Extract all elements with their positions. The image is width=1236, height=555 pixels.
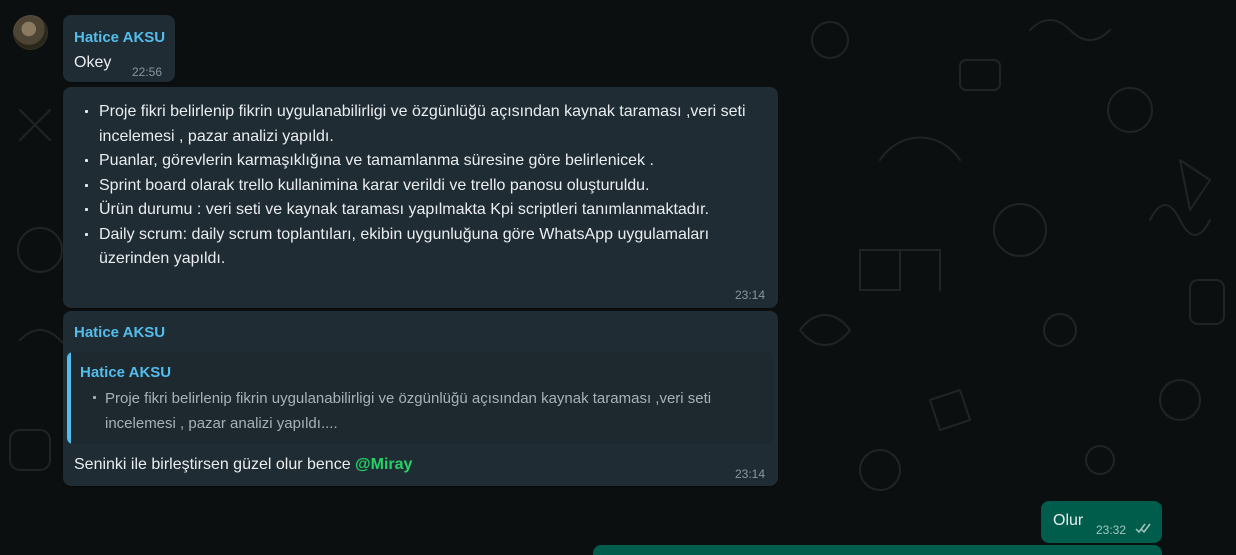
message-bubble: Hatice AKSU Hatice AKSU Proje fikri beli… [63, 311, 778, 486]
list-item: Ürün durumu : veri seti ve kaynak tarama… [74, 198, 774, 223]
outgoing-message-bubble: Olur 23:32 [1041, 501, 1162, 543]
message-text: Seninki ile birleştirsen güzel olur benc… [74, 456, 356, 473]
message-time: 23:32 [1096, 523, 1127, 537]
read-double-check-icon [1135, 522, 1153, 540]
message-time: 23:14 [735, 467, 766, 481]
list-item: Proje fikri belirlenip fikrin uygulanabi… [74, 100, 774, 149]
list-item: Daily scrum: daily scrum toplantıları, e… [74, 223, 774, 272]
message-text-line: Seninki ile birleştirsen güzel olur benc… [74, 456, 412, 474]
mention-link[interactable]: @Miray [355, 456, 412, 473]
message-time: 22:56 [132, 65, 163, 79]
quoted-sender-name: Hatice AKSU [80, 364, 172, 381]
sender-name[interactable]: Hatice AKSU [74, 29, 165, 46]
quoted-text: Proje fikri belirlenip fikrin uygulanabi… [80, 386, 760, 436]
list-item: Sprint board olarak trello kullanimina k… [74, 174, 774, 199]
quote-accent-bar [67, 352, 71, 444]
message-text: Olur [1053, 512, 1084, 529]
outgoing-message-bubble-partial [593, 545, 1162, 555]
quoted-bullet-list: Proje fikri belirlenip fikrin uygulanabi… [80, 386, 760, 436]
bullet-list: Proje fikri belirlenip fikrin uygulanabi… [74, 100, 774, 272]
message-time: 23:14 [735, 288, 766, 302]
message-bubble: Hatice AKSU Okey 22:56 [63, 15, 175, 82]
sender-name[interactable]: Hatice AKSU [74, 324, 165, 341]
list-item: Puanlar, görevlerin karmaşıklığına ve ta… [74, 149, 774, 174]
message-bubble: Proje fikri belirlenip fikrin uygulanabi… [63, 87, 778, 308]
avatar[interactable] [13, 15, 48, 50]
message-text: Okey [74, 54, 112, 71]
quoted-message[interactable]: Hatice AKSU Proje fikri belirlenip fikri… [67, 352, 773, 444]
